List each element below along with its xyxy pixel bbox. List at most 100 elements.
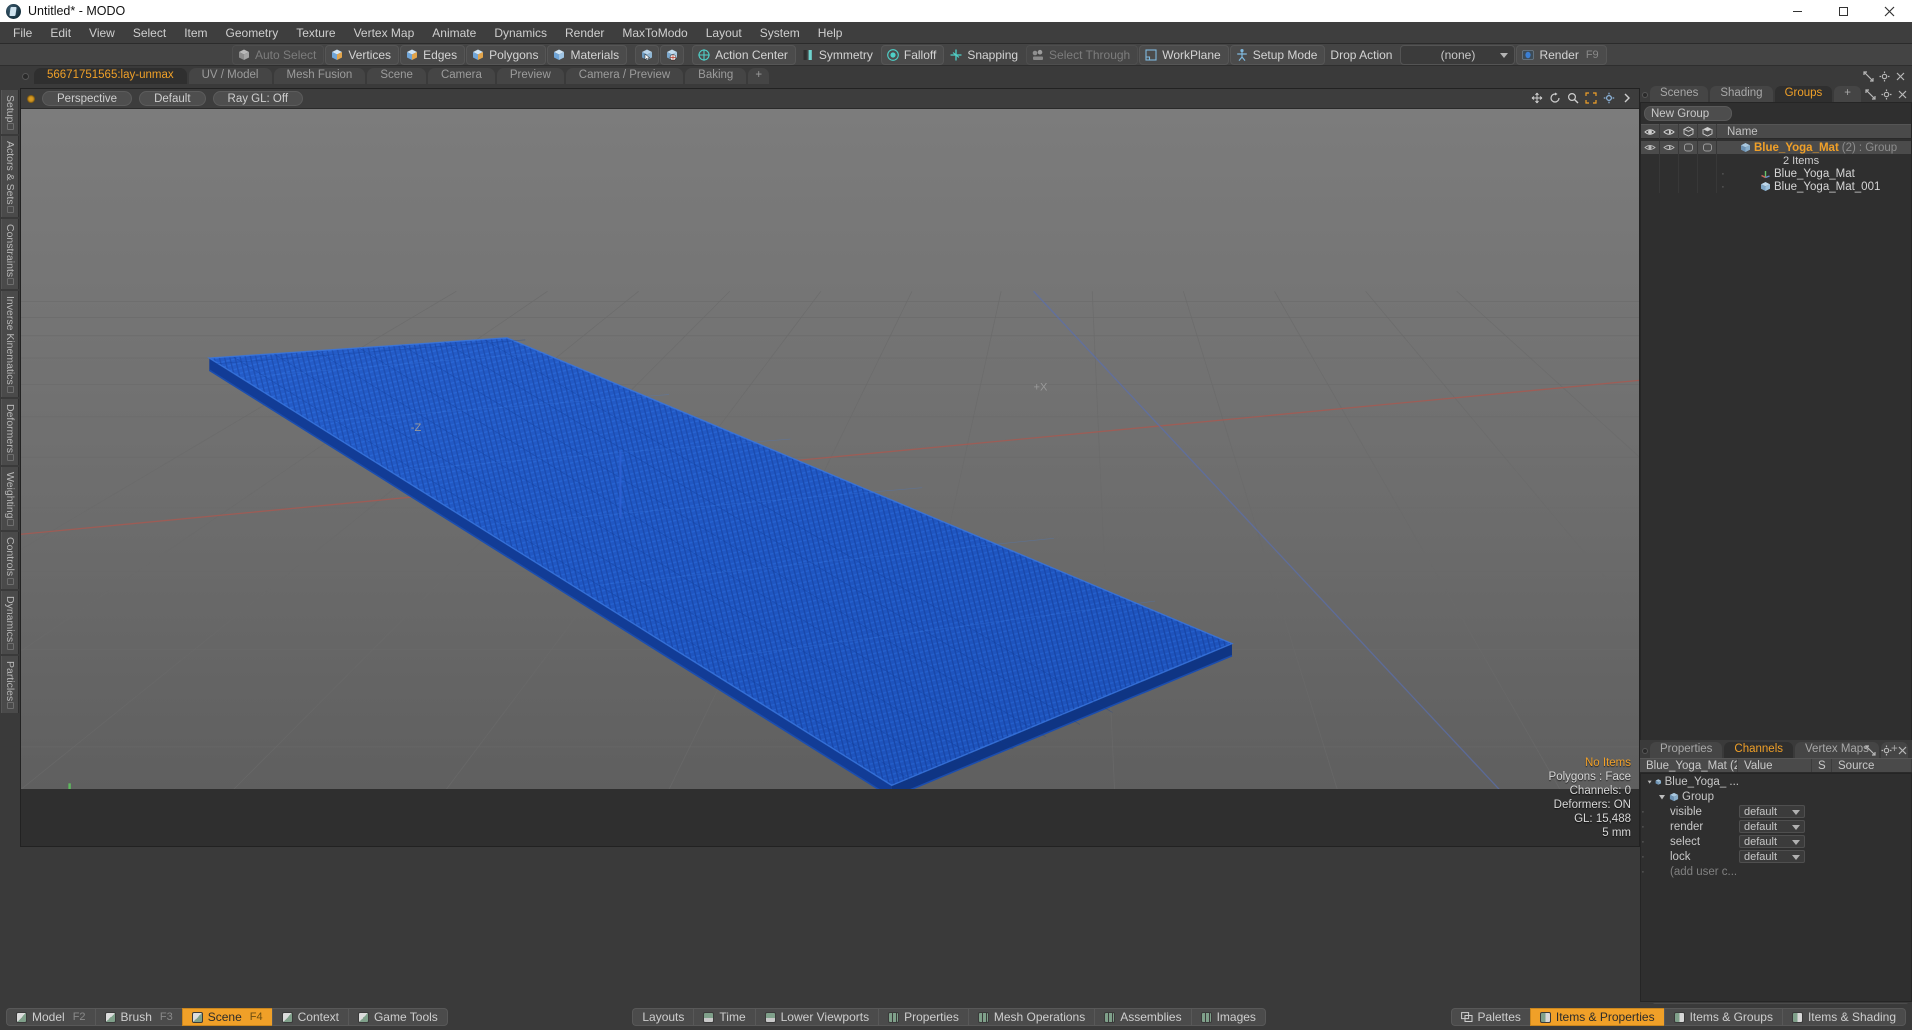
tab-groups[interactable]: Groups [1774,86,1833,102]
mode-model-button[interactable]: Model F2 [6,1008,95,1026]
tab-properties[interactable]: Properties [1650,742,1723,758]
ch-col-value[interactable]: Value [1738,759,1812,772]
viewport-view-mode-button[interactable]: Perspective [42,91,133,106]
channel-row[interactable]: Group [1641,789,1911,804]
menu-vertex-map[interactable]: Vertex Map [345,22,424,44]
close-panel-icon[interactable] [1895,71,1906,82]
menu-maxtomodo[interactable]: MaxToModo [613,22,696,44]
menu-system[interactable]: System [751,22,809,44]
groups-menu-dot-icon[interactable] [1642,92,1648,98]
channel-row[interactable]: · render default [1641,819,1911,834]
row3-render-toggle[interactable] [1660,180,1679,193]
viewport-gear-icon[interactable] [1603,92,1615,104]
menu-item[interactable]: Item [175,22,216,44]
close-button[interactable] [1866,0,1912,22]
layout-tab-active[interactable]: 56671751565:lay-unmax [34,68,187,84]
edges-button[interactable]: Edges [400,44,466,65]
channel-row[interactable]: · (add user c... [1641,864,1911,879]
items-and-properties-button[interactable]: Items & Properties [1529,1008,1664,1026]
tabrow-menu-dot-icon[interactable] [22,73,29,80]
time-toggle-button[interactable]: Time [693,1008,755,1026]
pan-icon[interactable] [1531,92,1543,104]
tab-channels[interactable]: Channels [1724,742,1794,758]
vtab-dynamics[interactable]: Dynamics [1,590,19,654]
layout-tab-camera[interactable]: Camera [427,68,495,84]
groups-close-icon[interactable] [1897,89,1908,100]
mode-game-tools-button[interactable]: Game Tools [347,1008,448,1026]
viewport-3d[interactable]: Perspective Default Ray GL: Off -Z +X No… [20,88,1640,847]
images-toggle-button[interactable]: Images [1190,1008,1266,1026]
expander-down-icon[interactable] [1647,778,1652,786]
auto-select-button[interactable]: Auto Select [232,44,325,65]
channels-gear-icon[interactable] [1881,745,1892,756]
row2-toggle-b[interactable] [1698,167,1717,180]
row2-visible-toggle[interactable] [1641,167,1660,180]
properties-toggle-button[interactable]: Properties [878,1008,968,1026]
menu-file[interactable]: File [4,22,41,44]
layout-tab-camera-preview[interactable]: Camera / Preview [565,68,684,84]
menu-animate[interactable]: Animate [423,22,485,44]
snapping-button[interactable]: Snapping [945,45,1025,65]
visible-value-select[interactable]: default [1739,805,1805,818]
layout-tab-add[interactable]: + [748,68,770,84]
table-row[interactable]: · Blue_Yoga_Mat [1641,167,1911,180]
vtab-controls[interactable]: Controls [1,532,19,589]
zoom-icon[interactable] [1567,92,1579,104]
mode-scene-button[interactable]: Scene F4 [181,1008,272,1026]
viewport-canvas[interactable]: -Z +X No Items Polygons : Face Channels:… [21,109,1639,846]
row-toggle-b[interactable] [1698,141,1717,154]
tab-shading[interactable]: Shading [1710,86,1773,102]
select-mode-icon-b-button[interactable] [660,44,685,65]
vertices-button[interactable]: Vertices [325,44,400,65]
channels-menu-dot-icon[interactable] [1642,748,1648,754]
vtab-actors-sets[interactable]: Actors & Sets [1,136,19,218]
ch-col-name[interactable]: Blue_Yoga_Mat (2) [1640,759,1738,772]
channel-row[interactable]: Blue_Yoga_ ... [1641,774,1911,789]
action-center-button[interactable]: Action Center [692,44,796,65]
vtab-deformers[interactable]: Deformers [1,398,19,465]
layouts-button[interactable]: Layouts [632,1008,694,1026]
rotate-icon[interactable] [1549,92,1561,104]
table-row[interactable]: · Blue_Yoga_Mat_001 [1641,180,1911,193]
new-group-button[interactable]: New Group [1644,106,1732,121]
menu-texture[interactable]: Texture [287,22,344,44]
ch-col-source[interactable]: Source [1832,759,1912,772]
expander-down-icon[interactable] [1658,793,1666,801]
col-render-header[interactable] [1660,124,1679,139]
channels-close-icon[interactable] [1897,745,1908,756]
maximize-button[interactable] [1820,0,1866,22]
row3-toggle-b[interactable] [1698,180,1717,193]
vtab-inverse-kinematics[interactable]: Inverse Kinematics [1,291,19,397]
layout-tab-baking[interactable]: Baking [685,68,747,84]
table-row[interactable]: Blue_Yoga_Mat (2) : Group [1641,141,1911,154]
menu-layout[interactable]: Layout [697,22,751,44]
setup-mode-button[interactable]: Setup Mode [1229,44,1326,65]
menu-dynamics[interactable]: Dynamics [485,22,556,44]
select-mode-icon-a-button[interactable] [635,44,660,65]
layout-tab-scene[interactable]: Scene [367,68,426,84]
col-visible-header[interactable] [1641,124,1660,139]
expand-icon[interactable] [1863,71,1874,82]
materials-button[interactable]: Materials [547,44,628,65]
assemblies-toggle-button[interactable]: Assemblies [1094,1008,1191,1026]
channel-row[interactable]: · lock default [1641,849,1911,864]
menu-view[interactable]: View [80,22,124,44]
vtab-setup[interactable]: Setup [1,90,19,135]
falloff-button[interactable]: Falloff [880,44,945,65]
select-value-select[interactable]: default [1739,835,1805,848]
row3-toggle-a[interactable] [1679,180,1698,193]
tab-add-panel[interactable]: + [1834,86,1862,102]
items-and-shading-button[interactable]: Items & Shading [1781,1008,1907,1026]
viewport-shading-button[interactable]: Default [139,91,206,106]
viewport-raygl-button[interactable]: Ray GL: Off [212,91,304,106]
viewport-more-icon[interactable] [1621,92,1633,104]
render-button[interactable]: Render F9 [1516,44,1607,65]
lower-viewports-toggle-button[interactable]: Lower Viewports [754,1008,879,1026]
select-through-button[interactable]: Select Through [1026,44,1139,65]
row-toggle-a[interactable] [1679,141,1698,154]
gear-icon[interactable] [1879,71,1890,82]
groups-expand-icon[interactable] [1865,89,1876,100]
row3-visible-toggle[interactable] [1641,180,1660,193]
menu-render[interactable]: Render [556,22,613,44]
drop-action-select[interactable]: (none) [1400,44,1516,65]
